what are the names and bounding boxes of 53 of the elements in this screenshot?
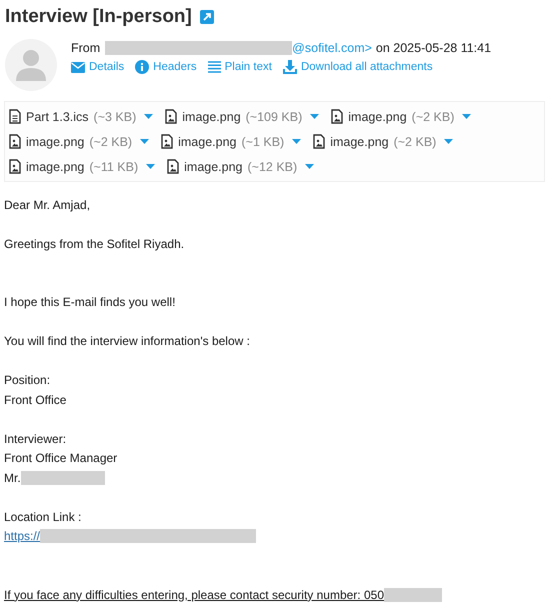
caret-icon[interactable] [146,164,156,169]
external-link-icon[interactable] [200,10,214,24]
caret-icon[interactable] [310,114,320,119]
body-text: Interviewer: [4,432,66,446]
body-text: Front Office [4,392,66,407]
email-subject: Interview [In-person] [5,6,192,28]
attachment-size: (~2 KB) [412,110,454,124]
attachment-size: (~11 KB) [89,160,138,174]
image-file-icon [313,134,326,149]
envelope-icon [71,62,85,72]
from-label: From [71,41,100,55]
attachment-name[interactable]: image.png [184,160,242,174]
body-text: If you face any difficulties entering, please contact security number: 050 [4,588,384,602]
image-file-icon [167,159,180,174]
image-file-icon [161,134,174,149]
body-text: Dear Mr. Amjad, [4,198,90,212]
attachment-size: (~1 KB) [241,134,284,148]
attachment-size: (~109 KB) [246,110,302,124]
attachment-name[interactable]: image.png [182,110,241,124]
body-text: You will find the interview information's below : [4,334,250,348]
lines-icon [208,61,221,73]
attachment-name[interactable]: image.png [26,160,84,174]
body-text: I hope this E-mail finds you well! [4,295,176,310]
body-text: Location Link : [4,510,82,524]
location-link[interactable]: https:// [4,529,40,544]
caret-icon[interactable] [462,114,472,119]
body-text: Front Office Manager [4,451,118,466]
info-icon [135,60,150,74]
attachment-name[interactable]: image.png [178,134,236,148]
avatar-icon [5,39,57,91]
attachment-size: (~2 KB) [89,134,132,148]
caret-icon[interactable] [305,164,314,169]
image-file-icon [331,109,344,124]
caret-icon[interactable] [292,139,302,144]
attachment-name[interactable]: Part 1.3.ics [26,110,89,124]
attachment-size: (~2 KB) [394,134,436,148]
body-text: Position: [4,373,50,388]
attachment-name[interactable]: image.png [348,110,407,124]
caret-icon[interactable] [140,139,150,144]
image-file-icon [9,134,21,149]
image-file-icon [9,159,21,174]
attachment-name[interactable]: image.png [26,134,84,148]
download-icon [282,60,297,74]
image-file-icon [165,109,178,124]
attachment-name[interactable]: image.png [330,134,389,148]
caret-icon[interactable] [144,114,154,119]
document-icon [9,109,21,124]
sent-date: on 2025-05-28 11:41 [376,41,492,55]
caret-icon[interactable] [444,139,454,144]
attachment-size: (~3 KB) [94,110,136,124]
body-text: Mr. [4,470,21,485]
body-text: Greetings from the Sofitel Riyadh. [4,236,184,251]
attachment-size: (~12 KB) [248,160,298,174]
